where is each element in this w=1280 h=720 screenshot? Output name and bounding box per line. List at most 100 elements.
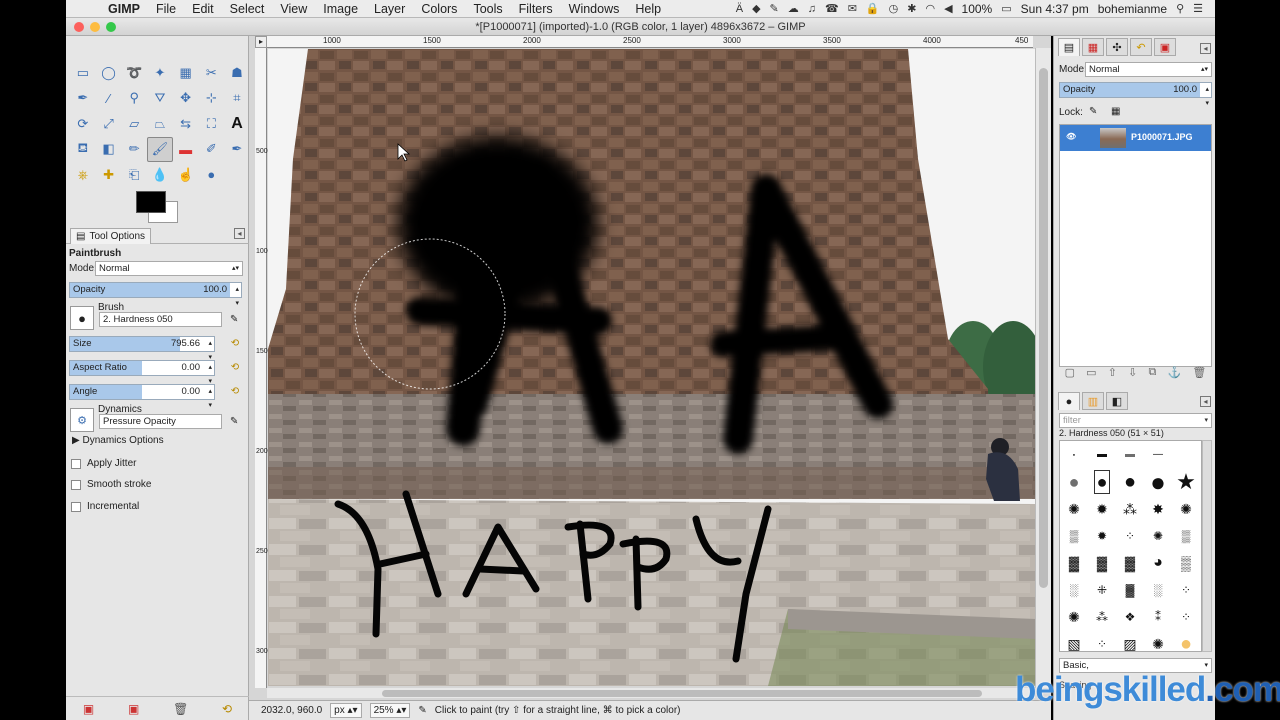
layer-mode-select[interactable]: Normal ▴▾ [1085, 62, 1212, 77]
lock-alpha-icon[interactable]: ▦ [1111, 106, 1120, 117]
vertical-scrollbar[interactable] [1035, 48, 1051, 688]
brush-thin[interactable]: — [1153, 446, 1163, 464]
notification-center-icon[interactable]: ☰ [1193, 2, 1203, 15]
menu-tools[interactable]: Tools [465, 2, 510, 16]
brush-splatter-5[interactable]: ✺ [1180, 500, 1192, 518]
brush-grunge-4[interactable]: ⁑ [1155, 608, 1161, 626]
brush-texture-4[interactable]: ✺ [1153, 527, 1163, 545]
reset-size-icon[interactable]: ⟲ [229, 338, 241, 350]
brush-hatch-4[interactable]: ✺ [1152, 635, 1164, 653]
incremental-checkbox[interactable] [71, 502, 81, 512]
patterns-tab-icon[interactable]: ▥ [1082, 392, 1104, 410]
brush-block[interactable]: ▬ [1097, 446, 1107, 464]
scale-icon[interactable]: ⤢ [96, 111, 122, 137]
brush-splatter-4[interactable]: ✸ [1152, 500, 1164, 518]
brush-grunge-1[interactable]: ✺ [1068, 608, 1080, 626]
zoom-window-button[interactable] [106, 22, 116, 32]
foreground-color[interactable] [136, 191, 166, 213]
menu-view[interactable]: View [272, 2, 315, 16]
brush-sparkle[interactable]: ● [1180, 634, 1192, 654]
dock-menu-icon[interactable]: ◂ [1200, 43, 1211, 54]
smudge-icon[interactable]: ☝ [173, 162, 199, 188]
brush-sponge-3[interactable]: ▓ [1125, 554, 1135, 572]
reset-angle-icon[interactable]: ⟲ [229, 386, 241, 398]
brush-hardness-025[interactable]: ● [1069, 473, 1080, 491]
brush-grunge-2[interactable]: ⁂ [1096, 608, 1108, 626]
brush-texture-1[interactable]: ▒ [1070, 527, 1079, 545]
zoom-icon[interactable]: ⚲ [121, 86, 147, 112]
undo-history-tab-icon[interactable]: ↶ [1130, 38, 1152, 56]
brush-hardness-050[interactable]: ● [1093, 469, 1111, 494]
brush-sponge-1[interactable]: ▓ [1069, 554, 1079, 572]
brush-sponge-5[interactable]: ▒ [1181, 554, 1191, 572]
cloud-icon[interactable]: ☁ [788, 2, 799, 15]
measure-icon[interactable]: ⛛ [147, 86, 173, 112]
perspective-clone-icon[interactable]: ⎗ [121, 162, 147, 188]
clock[interactable]: Sun 4:37 pm [1021, 2, 1089, 16]
vertical-scroll-thumb[interactable] [1039, 68, 1048, 588]
bluetooth-icon[interactable]: ✱ [907, 2, 916, 15]
menu-image[interactable]: Image [315, 2, 366, 16]
volume-icon[interactable]: ◀ [944, 2, 952, 15]
brush-grunge-5[interactable]: ⁘ [1181, 608, 1191, 626]
menu-help[interactable]: Help [627, 2, 669, 16]
brush-pixel[interactable]: ● [1073, 446, 1075, 464]
phone-icon[interactable]: ☎ [825, 2, 839, 15]
dodge-burn-icon[interactable]: ● [198, 162, 224, 188]
opacity-slider[interactable]: Opacity 100.0 ▴ ▾ [69, 282, 242, 307]
images-tab-icon[interactable]: ▣ [1154, 38, 1176, 56]
brush-hardness-100[interactable]: ● [1150, 469, 1166, 495]
gradients-tab-icon[interactable]: ◧ [1106, 392, 1128, 410]
free-select-icon[interactable]: ➰ [121, 60, 147, 86]
evernote-icon[interactable]: ✎ [770, 2, 779, 15]
layer-row[interactable]: 👁 P1000071.JPG [1060, 125, 1211, 151]
mode-select[interactable]: Normal ▴▾ [95, 261, 243, 276]
zoom-select[interactable]: 25% ▴▾ [369, 703, 411, 718]
brush-splatter-3[interactable]: ⁂ [1123, 500, 1137, 518]
duplicate-layer-icon[interactable]: ⧉ [1149, 366, 1157, 382]
vertical-ruler[interactable]: 500 1000 1500 2000 2500 3000 [255, 48, 272, 688]
crop-icon[interactable]: ⌗ [224, 86, 250, 112]
time-machine-icon[interactable]: ◷ [889, 2, 899, 15]
brush-chalk-2[interactable]: ⁜ [1097, 581, 1107, 599]
paintbrush-icon[interactable]: 🖌 [147, 136, 173, 162]
brush-star[interactable]: ★ [1176, 470, 1196, 492]
horizontal-scroll-thumb[interactable] [382, 690, 982, 697]
spin-arrows-icon[interactable]: ▴ ▾ [235, 283, 239, 311]
brush-sponge-2[interactable]: ▓ [1097, 554, 1107, 572]
scissors-select-icon[interactable]: ✂ [198, 60, 224, 86]
delete-layer-icon[interactable]: 🗑 [1192, 366, 1206, 382]
layers-tab-icon[interactable]: ▤ [1058, 38, 1080, 56]
flip-icon[interactable]: ⇆ [173, 111, 199, 137]
menu-filters[interactable]: Filters [511, 2, 561, 16]
size-slider[interactable]: Size 795.66 ▴ ▾ [69, 336, 215, 361]
blur-icon[interactable]: 💧 [147, 162, 173, 188]
panel-menu-icon[interactable]: ◂ [234, 228, 245, 239]
brushes-tab-icon[interactable]: ● [1058, 392, 1080, 410]
perspective-icon[interactable]: ⏢ [147, 111, 173, 137]
brush-hatch-1[interactable]: ▧ [1067, 635, 1080, 653]
brush-filter-input[interactable]: filter ▾ [1059, 413, 1212, 428]
lower-layer-icon[interactable]: ⇩ [1128, 366, 1137, 382]
shear-icon[interactable]: ▱ [121, 111, 147, 137]
user-name[interactable]: bohemianme [1098, 2, 1167, 16]
fuzzy-select-icon[interactable]: ✦ [147, 60, 173, 86]
new-layer-icon[interactable]: ▢ [1065, 366, 1075, 382]
spotlight-search-icon[interactable]: ⚲ [1176, 2, 1184, 15]
restore-options-icon[interactable]: ▣ [128, 702, 139, 716]
dynamics-options-expander[interactable]: ▶ Dynamics Options [72, 435, 248, 446]
menu-edit[interactable]: Edit [184, 2, 222, 16]
adobe-icon[interactable]: Ä [736, 3, 743, 15]
horizontal-ruler[interactable]: 1000 1500 2000 2500 3000 3500 4000 450 [267, 36, 1033, 48]
tab-tool-options[interactable]: ▤ Tool Options [70, 228, 152, 244]
blend-icon[interactable]: ◧ [96, 137, 122, 163]
new-layer-group-icon[interactable]: ▭ [1086, 366, 1096, 382]
wifi-icon[interactable]: ◠ [925, 2, 935, 15]
battery-percent[interactable]: 100% [962, 2, 993, 16]
menu-colors[interactable]: Colors [413, 2, 465, 16]
smooth-stroke-checkbox[interactable] [71, 480, 81, 490]
reset-options-icon[interactable]: ⟲ [222, 702, 232, 716]
brush-sponge-4[interactable]: ◕ [1153, 554, 1163, 572]
move-icon[interactable]: ✥ [173, 86, 199, 112]
menu-select[interactable]: Select [222, 2, 273, 16]
